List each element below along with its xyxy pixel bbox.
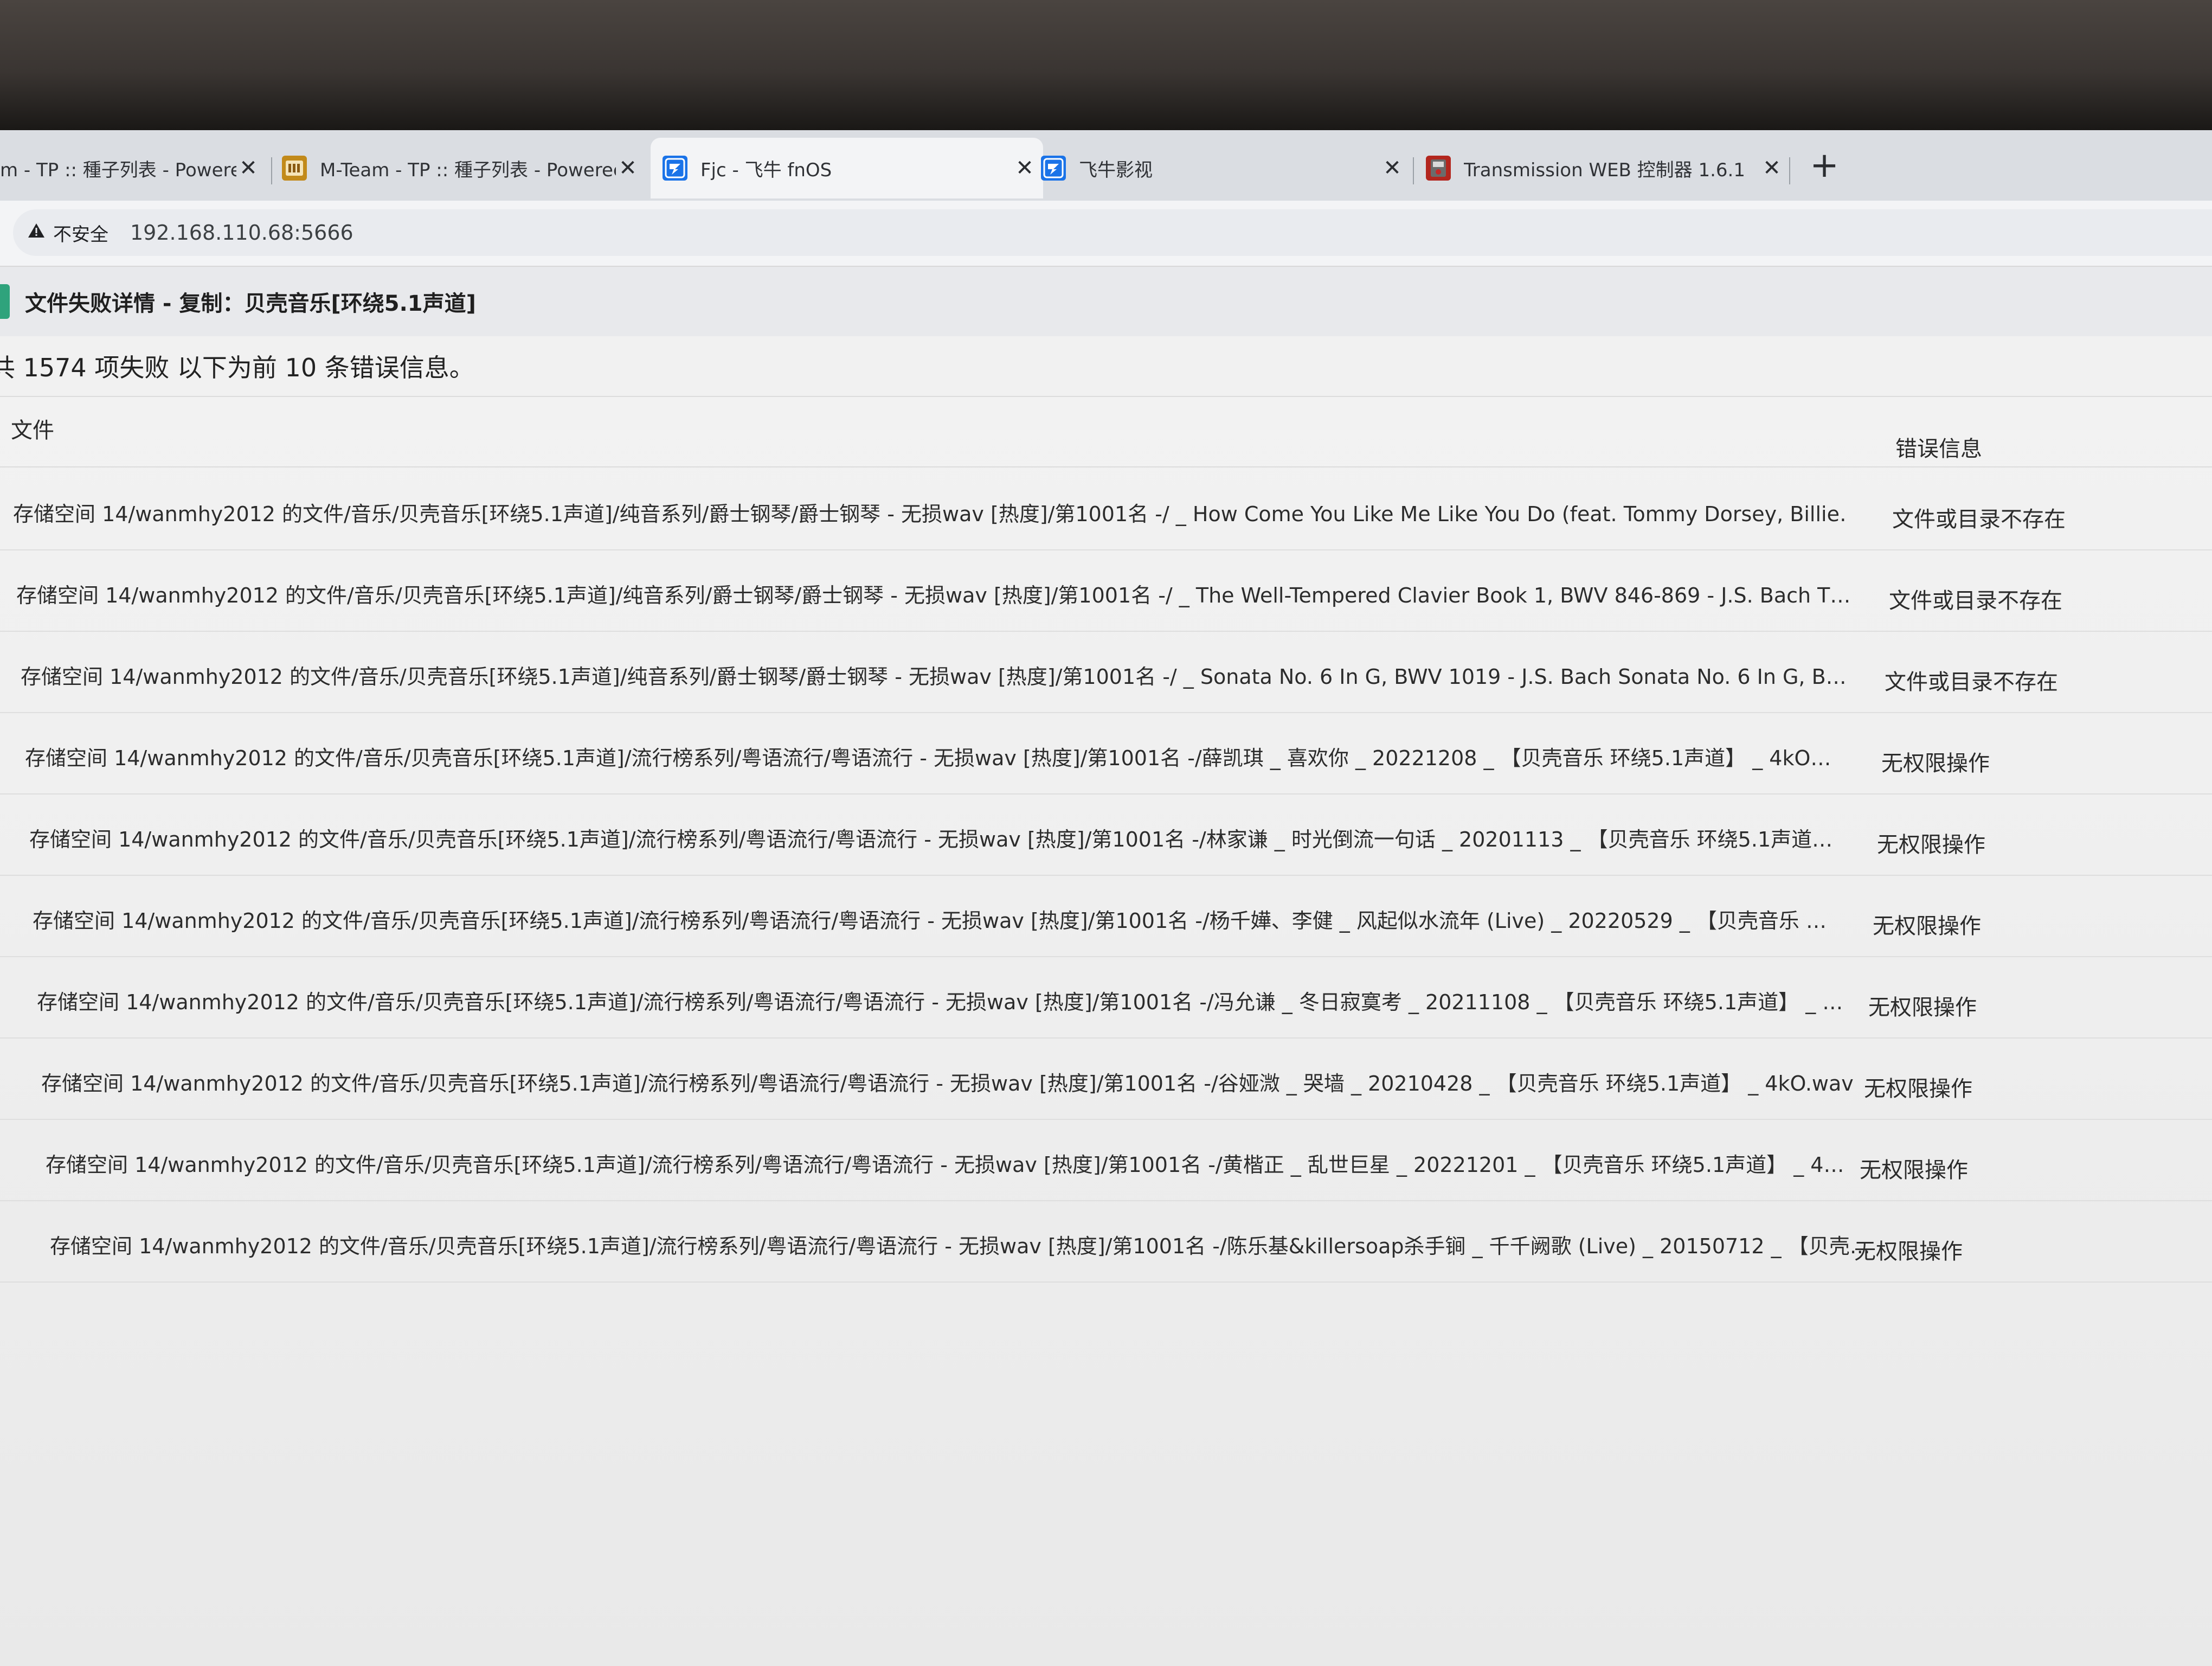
- mteam-favicon-icon: [282, 156, 307, 181]
- table-row: 存储空间 14/wanmhy2012 的文件/音乐/贝壳音乐[环绕5.1声道]/…: [0, 794, 2212, 876]
- table-row: 存储空间 14/wanmhy2012 的文件/音乐/贝壳音乐[环绕5.1声道]/…: [0, 632, 2212, 713]
- close-icon[interactable]: ✕: [1013, 156, 1037, 181]
- tab-title: Transmission WEB 控制器 1.6.1: [1464, 159, 1745, 181]
- address-bar: 不安全 192.168.110.68:5666: [0, 201, 2212, 267]
- error-message: 文件或目录不存在: [1885, 670, 2058, 695]
- tab-mteam-1[interactable]: m - TP :: 種子列表 - Powerec ✕: [0, 138, 260, 198]
- table-row: 存储空间 14/wanmhy2012 的文件/音乐/贝壳音乐[环绕5.1声道]/…: [0, 1120, 2212, 1201]
- tab-separator: [271, 157, 272, 184]
- table-row: 存储空间 14/wanmhy2012 的文件/音乐/贝壳音乐[环绕5.1声道]/…: [0, 876, 2212, 957]
- column-header-file: 文件: [11, 418, 54, 443]
- file-path: 存储空间 14/wanmhy2012 的文件/音乐/贝壳音乐[环绕5.1声道]/…: [21, 665, 1847, 689]
- tab-feiniu-video[interactable]: 飞牛影视 ✕: [1041, 138, 1404, 198]
- file-path: 存储空间 14/wanmhy2012 的文件/音乐/贝壳音乐[环绕5.1声道]/…: [50, 1234, 1870, 1258]
- tab-title: 飞牛影视: [1079, 159, 1153, 181]
- omnibox[interactable]: 不安全 192.168.110.68:5666: [13, 209, 2212, 256]
- tab-fnos[interactable]: Fjc - 飞牛 fnOS ✕: [651, 138, 1043, 198]
- table-row: 存储空间 14/wanmhy2012 的文件/音乐/贝壳音乐[环绕5.1声道]/…: [0, 1039, 2212, 1120]
- tab-mteam-2[interactable]: M-Team - TP :: 種子列表 - Powerec ✕: [282, 138, 640, 198]
- close-icon[interactable]: ✕: [1760, 156, 1784, 181]
- fnos-favicon-icon: [663, 156, 687, 181]
- error-message: 文件或目录不存在: [1892, 507, 2066, 532]
- tab-separator: [1413, 157, 1414, 184]
- close-icon[interactable]: ✕: [236, 156, 260, 181]
- transmission-favicon-icon: [1426, 156, 1451, 181]
- failure-summary: 共 1574 项失败 以下为前 10 条错误信息。: [0, 336, 2212, 397]
- error-table: 存储空间 14/wanmhy2012 的文件/音乐/贝壳音乐[环绕5.1声道]/…: [0, 469, 2212, 1283]
- file-path: 存储空间 14/wanmhy2012 的文件/音乐/贝壳音乐[环绕5.1声道]/…: [37, 990, 1843, 1014]
- table-row: 存储空间 14/wanmhy2012 的文件/音乐/贝壳音乐[环绕5.1声道]/…: [0, 1201, 2212, 1283]
- table-row: 存储空间 14/wanmhy2012 的文件/音乐/贝壳音乐[环绕5.1声道]/…: [0, 713, 2212, 794]
- table-header: 文件 错误信息: [0, 399, 2212, 467]
- fnos-favicon-icon: [1041, 156, 1066, 181]
- failure-summary-text: 共 1574 项失败 以下为前 10 条错误信息。: [0, 353, 474, 382]
- tab-transmission[interactable]: Transmission WEB 控制器 1.6.1 ✕: [1426, 138, 1784, 198]
- monitor-bezel: [0, 0, 2212, 130]
- error-message: 无权限操作: [1864, 1077, 1972, 1101]
- dialog-header: 文件失败详情 - 复制：贝壳音乐[环绕5.1声道]: [0, 267, 2212, 336]
- table-row: 存储空间 14/wanmhy2012 的文件/音乐/贝壳音乐[环绕5.1声道]/…: [0, 469, 2212, 550]
- error-message: 无权限操作: [1854, 1239, 1963, 1264]
- url-text[interactable]: 192.168.110.68:5666: [130, 221, 353, 245]
- error-message: 无权限操作: [1873, 914, 1981, 939]
- column-header-error: 错误信息: [1895, 437, 1982, 462]
- close-icon[interactable]: ✕: [1380, 156, 1404, 181]
- error-message: 无权限操作: [1868, 995, 1977, 1020]
- file-path: 存储空间 14/wanmhy2012 的文件/音乐/贝壳音乐[环绕5.1声道]/…: [33, 909, 1827, 933]
- tab-title: m - TP :: 種子列表 - Powerec: [0, 159, 236, 181]
- browser-window: m - TP :: 種子列表 - Powerec ✕ M-Team - TP :…: [0, 130, 2212, 1666]
- warning-triangle-icon[interactable]: [27, 222, 46, 243]
- file-path: 存储空间 14/wanmhy2012 的文件/音乐/贝壳音乐[环绕5.1声道]/…: [41, 1072, 1854, 1095]
- error-message: 无权限操作: [1881, 751, 1990, 776]
- dialog-title: 文件失败详情 - 复制：贝壳音乐[环绕5.1声道]: [25, 291, 476, 316]
- tab-title: Fjc - 飞牛 fnOS: [700, 159, 832, 181]
- error-message: 文件或目录不存在: [1889, 588, 2062, 613]
- tab-separator: [1789, 157, 1790, 184]
- file-path: 存储空间 14/wanmhy2012 的文件/音乐/贝壳音乐[环绕5.1声道]/…: [25, 746, 1831, 770]
- dialog-accent-bar: [0, 284, 10, 319]
- new-tab-button[interactable]: +: [1805, 146, 1843, 184]
- table-row: 存储空间 14/wanmhy2012 的文件/音乐/贝壳音乐[环绕5.1声道]/…: [0, 550, 2212, 632]
- file-path: 存储空间 14/wanmhy2012 的文件/音乐/贝壳音乐[环绕5.1声道]/…: [46, 1153, 1844, 1177]
- file-path: 存储空间 14/wanmhy2012 的文件/音乐/贝壳音乐[环绕5.1声道]/…: [29, 828, 1833, 851]
- file-path: 存储空间 14/wanmhy2012 的文件/音乐/贝壳音乐[环绕5.1声道]/…: [16, 584, 1849, 607]
- tab-title: M-Team - TP :: 種子列表 - Powerec: [320, 159, 616, 181]
- error-message: 无权限操作: [1860, 1158, 1968, 1183]
- file-path: 存储空间 14/wanmhy2012 的文件/音乐/贝壳音乐[环绕5.1声道]/…: [13, 502, 1846, 526]
- error-message: 无权限操作: [1877, 832, 1985, 857]
- close-icon[interactable]: ✕: [616, 156, 640, 181]
- tab-strip: m - TP :: 種子列表 - Powerec ✕ M-Team - TP :…: [0, 130, 2212, 201]
- table-row: 存储空间 14/wanmhy2012 的文件/音乐/贝壳音乐[环绕5.1声道]/…: [0, 957, 2212, 1039]
- security-label[interactable]: 不安全: [53, 220, 108, 246]
